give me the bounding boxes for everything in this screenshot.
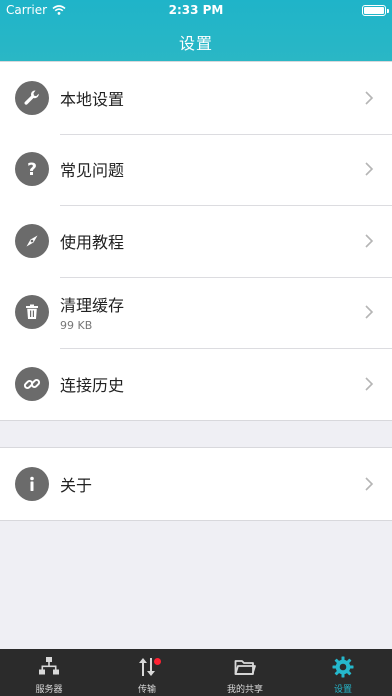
tab-bar: 服务器 传输 我的共享 设置: [0, 649, 392, 696]
settings-item-history[interactable]: 连接历史: [0, 348, 392, 420]
header: Carrier 2:33 PM 设置: [0, 0, 392, 61]
notification-badge: [153, 658, 161, 665]
settings-item-label: 本地设置: [60, 89, 125, 109]
settings-screen: Carrier 2:33 PM 设置 本地设置 ? 常见问题 使用教程 清理缓存…: [0, 0, 392, 696]
tab-label: 传输: [137, 685, 156, 695]
chevron-right-icon: [365, 162, 374, 176]
cache-size: 99 KB: [60, 319, 93, 333]
about-section: 关于: [0, 447, 392, 521]
settings-item-label: 关于: [60, 475, 93, 495]
chevron-right-icon: [365, 234, 374, 248]
chevron-right-icon: [365, 377, 374, 391]
tab-settings[interactable]: 设置: [294, 649, 392, 696]
chevron-right-icon: [365, 305, 374, 319]
tab-servers[interactable]: 服务器: [0, 649, 98, 696]
info-icon: [15, 466, 49, 501]
gear-icon: [332, 656, 354, 678]
tab-label: 我的共享: [226, 685, 263, 695]
status-time: 2:33 PM: [168, 3, 224, 17]
settings-item-label: 常见问题: [60, 161, 125, 181]
server-icon: [39, 657, 59, 675]
settings-list: 本地设置 ? 常见问题 使用教程 清理缓存 99 KB 连接历史: [0, 61, 392, 421]
settings-item-faq[interactable]: ? 常见问题: [0, 133, 392, 206]
wrench-icon: [15, 80, 49, 115]
tab-my-shares[interactable]: 我的共享: [196, 649, 294, 696]
tab-label: 服务器: [35, 685, 63, 695]
folder-icon: [234, 660, 256, 675]
page-title: 设置: [178, 34, 213, 53]
trash-icon: [15, 295, 49, 330]
settings-item-clear-cache[interactable]: 清理缓存 99 KB: [0, 276, 392, 349]
question-icon: ?: [15, 152, 49, 187]
settings-item-tutorial[interactable]: 使用教程: [0, 205, 392, 277]
chevron-right-icon: [365, 91, 374, 105]
svg-text:?: ?: [27, 160, 37, 179]
status-bar: Carrier 2:33 PM: [0, 0, 392, 20]
settings-item-label: 清理缓存: [60, 296, 125, 316]
settings-item-label: 使用教程: [60, 232, 125, 252]
chevron-right-icon: [365, 477, 374, 491]
link-icon: [15, 366, 49, 401]
settings-item-about[interactable]: 关于: [0, 448, 392, 520]
tab-transfer[interactable]: 传输: [98, 649, 196, 696]
settings-item-local[interactable]: 本地设置: [0, 62, 392, 134]
battery-icon: [362, 5, 389, 16]
compass-icon: [15, 223, 49, 258]
settings-item-label: 连接历史: [60, 375, 125, 395]
tab-label: 设置: [333, 685, 352, 695]
